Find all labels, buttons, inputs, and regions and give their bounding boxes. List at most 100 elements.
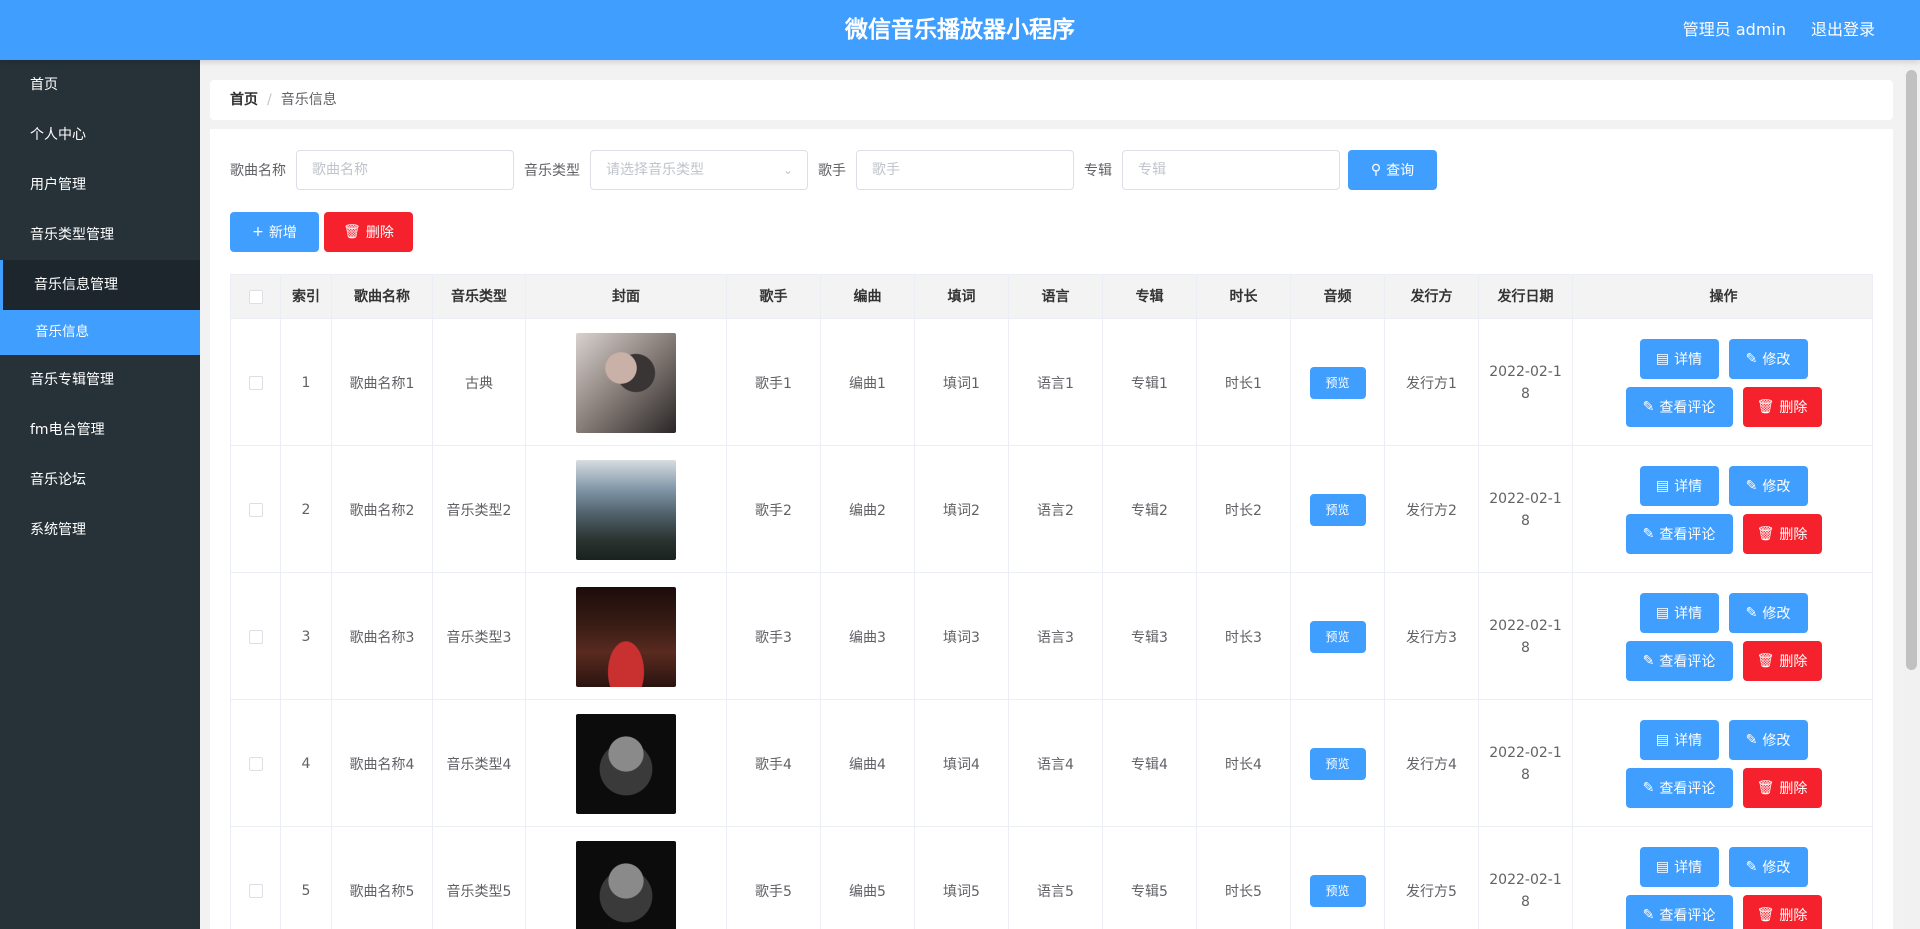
- row-delete-label: 删除: [1779, 399, 1808, 416]
- preview-button[interactable]: 预览: [1309, 620, 1366, 653]
- row-delete-button[interactable]: 🗑 删除: [1742, 894, 1822, 929]
- preview-button[interactable]: 预览: [1309, 747, 1366, 780]
- page-scrollbar[interactable]: [1903, 60, 1920, 929]
- cell-singer: 歌手4: [727, 700, 821, 827]
- cell-language: 语言1: [1009, 319, 1103, 446]
- release-date-text: 2022-02-18: [1489, 490, 1562, 529]
- music-type-label: 音乐类型: [524, 163, 580, 179]
- edit-button[interactable]: ✎ 修改: [1728, 719, 1808, 760]
- cell-language: 语言3: [1009, 573, 1103, 700]
- query-button[interactable]: ⚲ 查询: [1348, 150, 1437, 190]
- sidebar-item-system[interactable]: 系统管理: [0, 505, 200, 555]
- cell-song-name: 歌曲名称1: [332, 319, 433, 446]
- sidebar-item-forum[interactable]: 音乐论坛: [0, 455, 200, 505]
- edit-icon: ✎: [1745, 350, 1758, 367]
- cell-publisher: 发行方1: [1385, 319, 1479, 446]
- detail-button[interactable]: ▤ 详情: [1639, 592, 1719, 633]
- edit-button[interactable]: ✎ 修改: [1728, 846, 1808, 887]
- cell-song-name: 歌曲名称4: [332, 700, 433, 827]
- edit-button[interactable]: ✎ 修改: [1728, 592, 1808, 633]
- add-button[interactable]: + 新增: [230, 212, 319, 252]
- row-select-cell: [231, 573, 281, 700]
- breadcrumb-home[interactable]: 首页: [230, 92, 258, 108]
- cell-duration: 时长1: [1197, 319, 1291, 446]
- cell-arranger: 编曲5: [821, 827, 915, 929]
- cell-language: 语言5: [1009, 827, 1103, 929]
- row-delete-button[interactable]: 🗑 删除: [1742, 513, 1822, 554]
- detail-button[interactable]: ▤ 详情: [1639, 338, 1719, 379]
- detail-button[interactable]: ▤ 详情: [1639, 846, 1719, 887]
- row-delete-button[interactable]: 🗑 删除: [1742, 386, 1822, 427]
- view-comments-button[interactable]: ✎ 查看评论: [1625, 894, 1733, 929]
- row-delete-button[interactable]: 🗑 删除: [1742, 640, 1822, 681]
- cell-music-type: 音乐类型5: [433, 827, 526, 929]
- release-date-text: 2022-02-18: [1489, 363, 1562, 402]
- header-cover: 封面: [526, 275, 727, 319]
- view-comments-button[interactable]: ✎ 查看评论: [1625, 513, 1733, 554]
- cell-audio: 预览: [1291, 700, 1385, 827]
- row-delete-label: 删除: [1779, 780, 1808, 797]
- scrollbar-thumb[interactable]: [1906, 70, 1917, 670]
- sidebar-item-albums[interactable]: 音乐专辑管理: [0, 355, 200, 405]
- header-actions: 操作: [1709, 289, 1738, 305]
- header-language: 语言: [1009, 275, 1103, 319]
- song-name-input[interactable]: [296, 150, 514, 190]
- sidebar-subitem-music-info[interactable]: 音乐信息: [0, 310, 200, 355]
- cell-duration: 时长3: [1197, 573, 1291, 700]
- singer-input[interactable]: [856, 150, 1074, 190]
- cell-music-type: 古典: [433, 319, 526, 446]
- detail-label: 详情: [1674, 605, 1703, 622]
- row-checkbox[interactable]: [248, 502, 263, 517]
- sidebar-item-fm[interactable]: fm电台管理: [0, 405, 200, 455]
- cell-release-date: 2022-02-18: [1479, 700, 1573, 827]
- row-checkbox[interactable]: [248, 375, 263, 390]
- header-duration: 时长: [1197, 275, 1291, 319]
- cell-publisher: 发行方2: [1385, 446, 1479, 573]
- view-comments-button[interactable]: ✎ 查看评论: [1625, 640, 1733, 681]
- view-comments-label: 查看评论: [1659, 907, 1716, 924]
- header-audio: 音频: [1291, 275, 1385, 319]
- cell-arranger: 编曲1: [821, 319, 915, 446]
- header-singer: 歌手: [727, 275, 821, 319]
- view-comments-button[interactable]: ✎ 查看评论: [1625, 767, 1733, 808]
- top-header: 微信音乐播放器小程序 管理员 admin 退出登录: [0, 0, 1920, 60]
- logout-link[interactable]: 退出登录: [1811, 0, 1875, 60]
- sidebar-item-home[interactable]: 首页: [0, 60, 200, 110]
- batch-delete-button[interactable]: 🗑 删除: [324, 212, 413, 252]
- trash-icon: 🗑: [1756, 906, 1775, 923]
- cell-release-date: 2022-02-18: [1479, 319, 1573, 446]
- row-checkbox[interactable]: [248, 629, 263, 644]
- music-type-select[interactable]: 请选择音乐类型 ⌄: [590, 150, 808, 190]
- trash-icon: 🗑: [1756, 652, 1775, 669]
- edit-button[interactable]: ✎ 修改: [1728, 465, 1808, 506]
- sidebar-item-profile[interactable]: 个人中心: [0, 110, 200, 160]
- sidebar-item-music-types[interactable]: 音乐类型管理: [0, 210, 200, 260]
- music-type-placeholder: 请选择音乐类型: [606, 162, 704, 178]
- cell-actions: ▤ 详情 ✎ 修改 ✎ 查看评论 🗑 删除: [1573, 446, 1874, 573]
- header-lyricist: 填词: [915, 275, 1009, 319]
- preview-button[interactable]: 预览: [1309, 366, 1366, 399]
- preview-button[interactable]: 预览: [1309, 493, 1366, 526]
- sidebar-item-users[interactable]: 用户管理: [0, 160, 200, 210]
- row-checkbox[interactable]: [248, 883, 263, 898]
- cell-arranger: 编曲3: [821, 573, 915, 700]
- cell-publisher: 发行方5: [1385, 827, 1479, 929]
- cell-duration: 时长5: [1197, 827, 1291, 929]
- edit-label: 修改: [1762, 478, 1791, 495]
- edit-button[interactable]: ✎ 修改: [1728, 338, 1808, 379]
- preview-button[interactable]: 预览: [1309, 874, 1366, 907]
- select-all-checkbox[interactable]: [248, 290, 263, 304]
- cover-image: [576, 713, 676, 814]
- sidebar-item-music-info-mgmt[interactable]: 音乐信息管理: [0, 260, 200, 310]
- album-input[interactable]: [1122, 150, 1340, 190]
- document-icon: ▤: [1655, 731, 1670, 748]
- row-checkbox[interactable]: [248, 756, 263, 771]
- detail-button[interactable]: ▤ 详情: [1639, 465, 1719, 506]
- view-comments-button[interactable]: ✎ 查看评论: [1625, 386, 1733, 427]
- row-delete-button[interactable]: 🗑 删除: [1742, 767, 1822, 808]
- album-label: 专辑: [1084, 163, 1112, 179]
- detail-button[interactable]: ▤ 详情: [1639, 719, 1719, 760]
- sidebar: 首页 个人中心 用户管理 音乐类型管理 音乐信息管理 音乐信息 音乐专辑管理 f…: [0, 60, 200, 929]
- cell-audio: 预览: [1291, 827, 1385, 929]
- batch-delete-label: 删除: [365, 225, 394, 241]
